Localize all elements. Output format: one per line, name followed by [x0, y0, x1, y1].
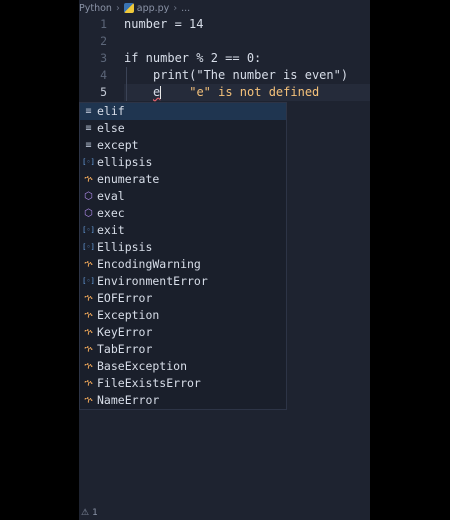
keyword-icon: ≡: [85, 140, 92, 151]
class-icon: ኍ: [84, 293, 93, 304]
class-icon: ኍ: [84, 395, 93, 406]
suggestion-label: enumerate: [97, 172, 160, 186]
class-icon: ኍ: [84, 310, 93, 321]
breadcrumb-file[interactable]: app.py: [137, 3, 170, 14]
suggestion-item[interactable]: ኍ FileExistsError: [80, 375, 286, 392]
breadcrumb-folder[interactable]: Python: [79, 3, 112, 14]
suggestion-label: EnvironmentError: [97, 274, 208, 288]
suggestion-label: eval: [97, 189, 125, 203]
autocomplete-popup[interactable]: ≡ elif ≡ else ≡ except [◦] ellipsis ኍ enumerate ⬡ e…: [79, 102, 287, 410]
class-icon: ኍ: [84, 174, 93, 185]
suggestion-label: Ellipsis: [97, 240, 153, 254]
line-number: 3: [100, 51, 107, 65]
function-icon: ⬡: [84, 191, 93, 202]
suggestion-label: NameError: [97, 393, 160, 407]
suggestion-label: KeyError: [97, 325, 153, 339]
problems-count[interactable]: 1: [92, 508, 98, 518]
suggestion-item[interactable]: ⬡ eval: [80, 188, 286, 205]
suggestion-item[interactable]: ኍ TabError: [80, 341, 286, 358]
suggestion-item[interactable]: ኍ EOFError: [80, 290, 286, 307]
status-bar[interactable]: ⚠ 1: [79, 506, 370, 520]
variable-icon: [◦]: [82, 226, 95, 234]
indent-guide: [126, 84, 127, 101]
suggestion-item[interactable]: ≡ except: [80, 137, 286, 154]
code-line-current[interactable]: e "e" is not defined: [124, 84, 370, 101]
suggestion-label: except: [97, 138, 139, 152]
breadcrumb-more[interactable]: ...: [181, 3, 190, 14]
suggestion-item[interactable]: [◦] ellipsis: [80, 154, 286, 171]
suggestion-label: EncodingWarning: [97, 257, 201, 271]
suggestion-item[interactable]: [◦] exit: [80, 222, 286, 239]
line-number-gutter: 1 2 3 4 5: [79, 16, 117, 101]
python-file-icon: [123, 3, 134, 13]
breadcrumb: Python › app.py › ...: [79, 0, 370, 16]
suggestion-label: EOFError: [97, 291, 153, 305]
suggestion-item[interactable]: ኍ BaseException: [80, 358, 286, 375]
suggestion-label: exec: [97, 206, 125, 220]
code-line[interactable]: print("The number is even"): [124, 67, 370, 84]
warning-icon: ⚠: [81, 508, 90, 518]
keyword-icon: ≡: [85, 123, 92, 134]
class-icon: ኍ: [84, 378, 93, 389]
suggestion-item[interactable]: [◦] Ellipsis: [80, 239, 286, 256]
code-line[interactable]: if number % 2 == 0:: [124, 50, 370, 67]
suggestion-item[interactable]: ኍ EncodingWarning: [80, 256, 286, 273]
typed-text: e: [153, 85, 161, 99]
chevron-right-icon: ›: [173, 2, 178, 14]
line-number-current: 5: [100, 85, 107, 99]
suggestion-item[interactable]: [◦] EnvironmentError: [80, 273, 286, 290]
suggestion-item[interactable]: ኍ KeyError: [80, 324, 286, 341]
variable-icon: [◦]: [82, 243, 95, 251]
class-icon: ኍ: [84, 259, 93, 270]
error-message: "e" is not defined: [189, 85, 320, 99]
variable-icon: [◦]: [82, 158, 95, 166]
function-icon: ⬡: [84, 208, 93, 219]
suggestion-label: exit: [97, 223, 125, 237]
suggestion-item[interactable]: ≡ elif: [80, 103, 286, 120]
suggestion-label: else: [97, 121, 125, 135]
suggestion-item[interactable]: ⬡ exec: [80, 205, 286, 222]
line-number: 2: [100, 34, 107, 48]
suggestion-label: Exception: [97, 308, 160, 322]
indent-guide: [126, 67, 127, 84]
class-icon: ኍ: [84, 361, 93, 372]
code-text: print("The number is even"): [153, 68, 349, 82]
suggestion-label: TabError: [97, 342, 153, 356]
suggestion-label: FileExistsError: [97, 376, 201, 390]
code-line[interactable]: [124, 33, 370, 50]
line-number: 1: [100, 17, 107, 31]
class-icon: ኍ: [84, 344, 93, 355]
keyword-icon: ≡: [85, 106, 92, 117]
suggestion-label: elif: [97, 104, 125, 118]
suggestion-item[interactable]: ≡ else: [80, 120, 286, 137]
suggestion-item[interactable]: ኍ Exception: [80, 307, 286, 324]
suggestion-label: ellipsis: [97, 155, 153, 169]
code-line[interactable]: number = 14: [124, 16, 370, 33]
variable-icon: [◦]: [82, 277, 95, 285]
code-area[interactable]: number = 14 if number % 2 == 0: print("T…: [124, 16, 370, 101]
suggestion-label: BaseException: [97, 359, 188, 373]
line-number: 4: [100, 68, 107, 82]
chevron-right-icon: ›: [115, 2, 120, 14]
suggestion-item[interactable]: ኍ NameError: [80, 392, 286, 409]
class-icon: ኍ: [84, 327, 93, 338]
suggestion-item[interactable]: ኍ enumerate: [80, 171, 286, 188]
